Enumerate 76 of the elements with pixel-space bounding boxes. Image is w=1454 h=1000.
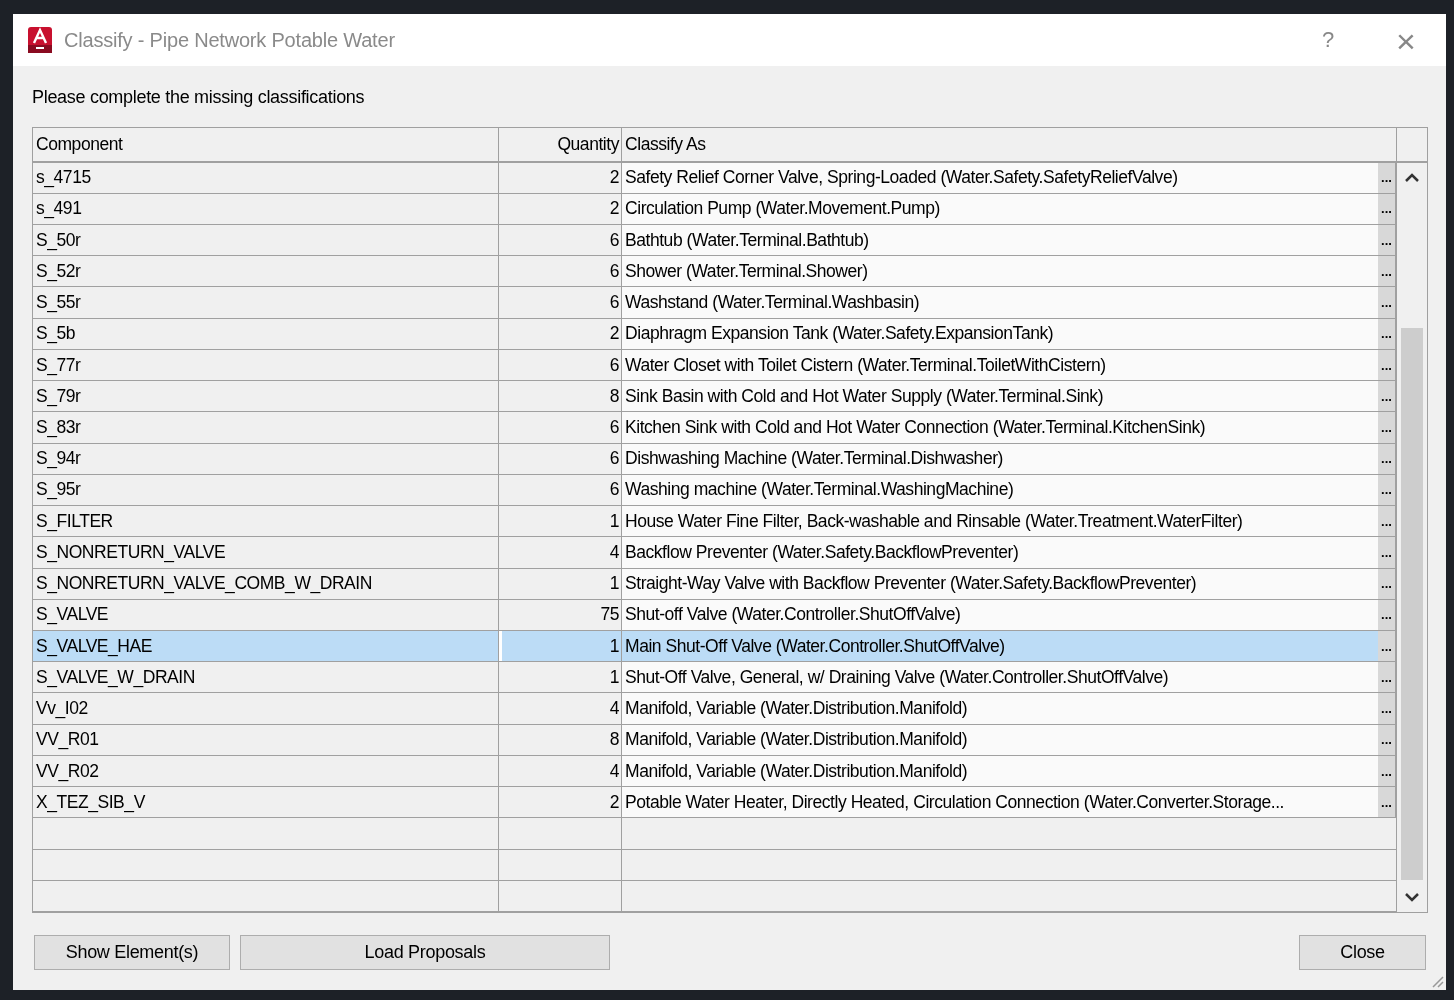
browse-button[interactable]: ... xyxy=(1378,506,1396,537)
browse-button[interactable]: ... xyxy=(1378,193,1396,224)
table-cell: Vv_I02 xyxy=(33,693,499,724)
help-button[interactable]: ? xyxy=(1308,22,1348,58)
table-cell: Straight-Way Valve with Backflow Preventer (Water.Safety.BackflowPreventer) xyxy=(622,568,1378,599)
scrollbar[interactable] xyxy=(1396,128,1427,912)
browse-button[interactable]: ... xyxy=(1378,287,1396,318)
table-cell: s_491 xyxy=(33,193,499,224)
table-cell: S_55r xyxy=(33,287,499,318)
table-cell: Shut-Off Valve, General, w/ Draining Valve (Water.Controller.ShutOffValve) xyxy=(622,662,1378,693)
table-cell: Manifold, Variable (Water.Distribution.Manifold) xyxy=(622,693,1378,724)
browse-button[interactable]: ... xyxy=(1378,256,1396,287)
scroll-thumb[interactable] xyxy=(1401,328,1423,880)
browse-button[interactable]: ... xyxy=(1378,349,1396,381)
table-cell: Circulation Pump (Water.Movement.Pump) xyxy=(622,193,1378,224)
table-cell: Manifold, Variable (Water.Distribution.Manifold) xyxy=(622,755,1378,787)
browse-button[interactable]: ... xyxy=(1378,599,1396,630)
close-button[interactable]: × xyxy=(1386,22,1426,58)
table-cell: Shower (Water.Terminal.Shower) xyxy=(622,256,1378,287)
browse-button[interactable]: ... xyxy=(1378,224,1396,256)
table-cell: S_83r xyxy=(33,412,499,443)
browse-button[interactable]: ... xyxy=(1378,662,1396,693)
table-cell: Washstand (Water.Terminal.Washbasin) xyxy=(622,287,1378,318)
browse-button[interactable]: ... xyxy=(1378,443,1396,474)
table-cell: Water Closet with Toilet Cistern (Water.Terminal.ToiletWithCistern) xyxy=(622,349,1378,381)
browse-button[interactable]: ... xyxy=(1378,568,1396,599)
browse-button[interactable]: ... xyxy=(1378,755,1396,787)
app-logo-icon xyxy=(28,27,52,53)
table-cell: Bathtub (Water.Terminal.Bathtub) xyxy=(622,224,1378,256)
table-cell: S_77r xyxy=(33,349,499,381)
browse-button[interactable]: ... xyxy=(1378,474,1396,506)
browse-button[interactable]: ... xyxy=(1378,724,1396,755)
browse-button[interactable]: ... xyxy=(1378,412,1396,443)
table-cell: Backflow Preventer (Water.Safety.BackflowPreventer) xyxy=(622,537,1378,568)
table-cell: Potable Water Heater, Directly Heated, Circulation Connection (Water.Converter.Storage... xyxy=(622,787,1378,818)
table-cell: S_52r xyxy=(33,256,499,287)
table-cell: 1 xyxy=(499,631,622,662)
table-cell: S_VALVE xyxy=(33,599,499,630)
table-cell: S_50r xyxy=(33,224,499,256)
browse-button[interactable]: ... xyxy=(1378,162,1396,193)
browse-button[interactable]: ... xyxy=(1378,537,1396,568)
table-cell: Sink Basin with Cold and Hot Water Supply (Water.Terminal.Sink) xyxy=(622,381,1378,412)
table-cell: Shut-off Valve (Water.Controller.ShutOffValve) xyxy=(622,599,1378,630)
table-cell: VV_R01 xyxy=(33,724,499,755)
table-cell: S_NONRETURN_VALVE_COMB_W_DRAIN xyxy=(33,568,499,599)
browse-button[interactable]: ... xyxy=(1378,631,1396,662)
action-button[interactable]: Load Proposals xyxy=(240,935,610,970)
table-cell: Manifold, Variable (Water.Distribution.Manifold) xyxy=(622,724,1378,755)
table-cell: Main Shut-Off Valve (Water.Controller.ShutOffValve) xyxy=(622,631,1378,662)
browse-button[interactable]: ... xyxy=(1378,318,1396,349)
table-cell: X_TEZ_SIB_V xyxy=(33,787,499,818)
browse-button[interactable]: ... xyxy=(1378,787,1396,818)
table-cell: Kitchen Sink with Cold and Hot Water Connection (Water.Terminal.KitchenSink) xyxy=(622,412,1378,443)
table-cell: Diaphragm Expansion Tank (Water.Safety.ExpansionTank) xyxy=(622,318,1378,349)
table-cell: S_79r xyxy=(33,381,499,412)
browse-button[interactable]: ... xyxy=(1378,381,1396,412)
table-cell: Dishwashing Machine (Water.Terminal.Dishwasher) xyxy=(622,443,1378,474)
window-title: Classify - Pipe Network Potable Water xyxy=(64,28,395,52)
table-cell: Washing machine (Water.Terminal.WashingMachine) xyxy=(622,474,1378,506)
resize-grip-icon xyxy=(1430,974,1444,988)
table-cell: VV_R02 xyxy=(33,755,499,787)
table-cell: S_VALVE_W_DRAIN xyxy=(33,662,499,693)
table-cell: Safety Relief Corner Valve, Spring-Loaded (Water.Safety.SafetyReliefValve) xyxy=(622,162,1378,193)
table-cell: S_NONRETURN_VALVE xyxy=(33,537,499,568)
instruction-text: Please complete the missing classifications xyxy=(32,87,366,109)
table-cell: s_4715 xyxy=(33,162,499,193)
column-header[interactable]: Component xyxy=(33,128,499,161)
table-cell: S_95r xyxy=(33,474,499,506)
table-cell: S_5b xyxy=(33,318,499,349)
table-cell: S_94r xyxy=(33,443,499,474)
browse-button[interactable]: ... xyxy=(1378,693,1396,724)
table-cell: S_FILTER xyxy=(33,506,499,537)
action-button[interactable]: Show Element(s) xyxy=(34,935,230,970)
table-cell: S_VALVE_HAE xyxy=(33,631,499,662)
table-cell: House Water Fine Filter, Back-washable and Rinsable (Water.Treatment.WaterFilter) xyxy=(622,506,1378,537)
close-dialog-button[interactable]: Close xyxy=(1299,935,1426,970)
